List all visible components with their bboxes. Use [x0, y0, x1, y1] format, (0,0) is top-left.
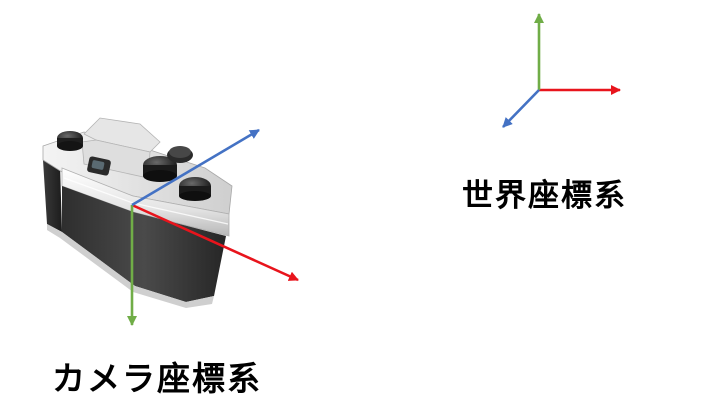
camera-side-face	[43, 160, 62, 232]
world-axes	[502, 13, 621, 128]
camera-coordinate-label: カメラ座標系	[52, 359, 262, 398]
world-z-axis	[502, 89, 540, 128]
world-coordinate-label: 世界座標系	[462, 178, 627, 214]
camera-illustration	[42, 117, 233, 308]
diagram-canvas: 世界座標系 カメラ座標系	[0, 0, 719, 419]
